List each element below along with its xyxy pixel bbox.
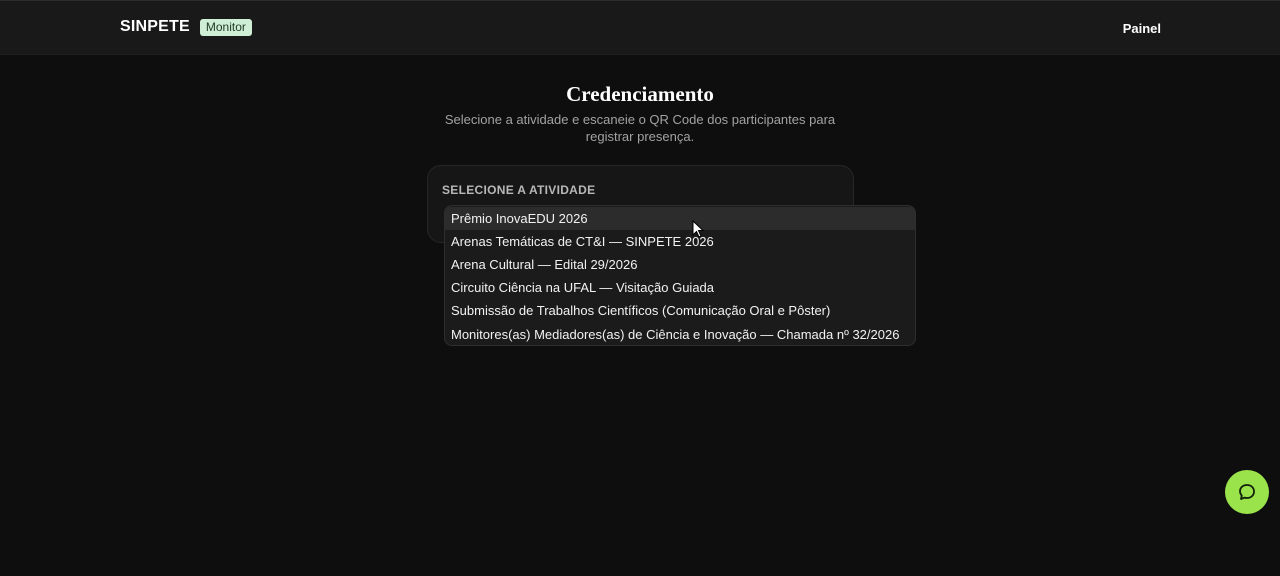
activity-dropdown-list[interactable]: Prêmio InovaEDU 2026 Arenas Temáticas de… [444,205,916,346]
role-badge: Monitor [199,18,252,36]
dropdown-option[interactable]: Arenas Temáticas de CT&I — SINPETE 2026 [445,230,915,253]
dropdown-option[interactable]: Prêmio InovaEDU 2026 [445,207,915,230]
chat-button[interactable] [1225,470,1269,514]
dropdown-option[interactable]: Arena Cultural — Edital 29/2026 [445,253,915,276]
nav-link-painel[interactable]: Painel [1123,21,1161,36]
activity-select-label: SELECIONE A ATIVIDADE [442,183,596,197]
brand[interactable]: SINPETE Monitor [120,18,252,36]
page-subtitle: Selecione a atividade e escaneie o QR Co… [444,112,836,144]
mouse-pointer-icon [692,220,704,238]
dropdown-option[interactable]: Submissão de Trabalhos Científicos (Comu… [445,299,915,322]
page-title: Credenciamento [566,82,714,106]
dropdown-option[interactable]: Monitores(as) Mediadores(as) de Ciência … [445,323,915,345]
chat-bubble-icon [1239,484,1255,500]
brand-name: SINPETE [120,18,190,35]
dropdown-option[interactable]: Circuito Ciência na UFAL — Visitação Gui… [445,276,915,299]
top-navbar: SINPETE Monitor Painel [0,0,1280,55]
